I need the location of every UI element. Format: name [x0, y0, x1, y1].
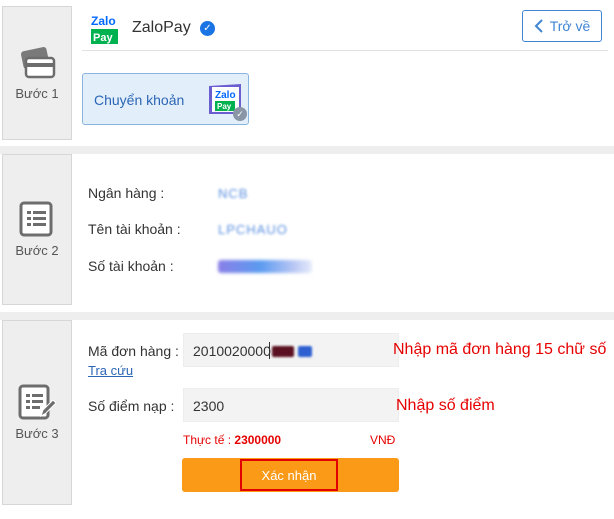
account-number-label: Số tài khoản : — [88, 258, 174, 274]
account-name-label: Tên tài khoản : — [88, 221, 181, 237]
section-separator — [0, 146, 614, 154]
step-3-label: Bước 3 — [15, 426, 59, 441]
order-code-value: 2010020000 — [193, 343, 271, 359]
step-1-badge: Bước 1 — [2, 6, 72, 140]
order-code-hint: Nhập mã đơn hàng 15 chữ số — [393, 341, 607, 358]
account-name-value: LPCHAUO — [218, 222, 288, 237]
bank-value: NCB — [218, 186, 249, 201]
svg-text:Pay: Pay — [217, 102, 232, 111]
points-hint: Nhập số điểm — [396, 397, 495, 414]
step-1-label: Bước 1 — [15, 85, 59, 101]
provider-name: ZaloPay — [132, 19, 191, 36]
form-edit-icon — [18, 384, 57, 420]
confirm-button[interactable]: Xác nhận — [240, 459, 338, 491]
credit-card-icon — [20, 46, 56, 78]
points-value: 2300 — [193, 398, 225, 414]
verified-badge-icon: ✓ — [200, 21, 215, 36]
step-1-section: Bước 1 Zalo Pay ZaloPay ✓ Trở về Chuyển … — [0, 0, 614, 146]
section-separator — [0, 312, 614, 320]
currency-label: VNĐ — [370, 433, 396, 447]
transfer-method-option[interactable]: Chuyển khoản Zalo Pay ✓ — [82, 73, 249, 125]
transfer-method-label: Chuyển khoản — [94, 92, 185, 108]
points-input[interactable]: 2300 — [183, 388, 399, 422]
form-list-icon — [19, 201, 53, 237]
step-3-badge: Bước 3 — [2, 320, 72, 505]
bank-label: Ngân hàng : — [88, 185, 165, 201]
text-cursor — [269, 342, 270, 359]
actual-amount-value: 2300000 — [234, 433, 282, 447]
actual-amount-label: Thực tế : — [183, 433, 235, 447]
order-code-redacted — [298, 346, 312, 357]
svg-text:Zalo: Zalo — [215, 90, 236, 101]
zalopay-logo: Zalo Pay — [91, 14, 118, 44]
step-2-badge: Bước 2 — [2, 154, 72, 305]
account-number-redacted — [218, 260, 312, 273]
order-code-input[interactable]: 2010020000 — [183, 333, 399, 367]
order-code-label: Mã đơn hàng : — [88, 343, 179, 359]
selected-check-icon: ✓ — [233, 107, 247, 121]
svg-text:Zalo: Zalo — [91, 14, 116, 28]
points-label: Số điểm nạp : — [88, 398, 175, 414]
chevron-left-icon — [534, 19, 543, 33]
step-2-label: Bước 2 — [15, 243, 59, 258]
svg-text:Pay: Pay — [93, 32, 113, 44]
lookup-link[interactable]: Tra cứu — [88, 363, 133, 378]
back-label: Trở về — [549, 18, 591, 34]
actual-amount: Thực tế : 2300000 — [183, 433, 281, 447]
header-divider — [82, 50, 608, 51]
order-code-redacted — [272, 346, 294, 357]
back-button[interactable]: Trở về — [522, 10, 602, 42]
